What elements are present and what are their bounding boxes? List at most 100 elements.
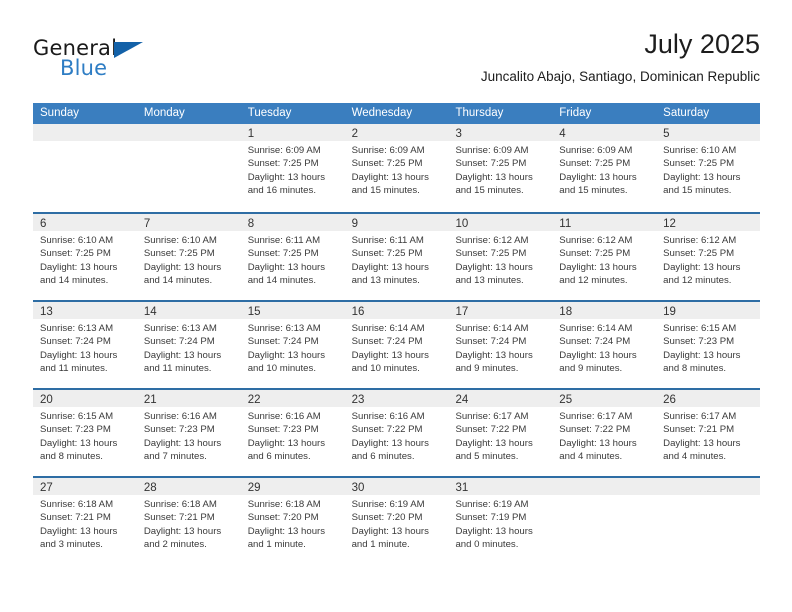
day-number: 17: [455, 306, 469, 318]
brand-logo[interactable]: General Blue: [33, 36, 153, 84]
sunset-text: Sunset: 7:20 PM: [247, 512, 319, 524]
sunset-text: Sunset: 7:24 PM: [247, 336, 319, 348]
day-number: 5: [663, 128, 670, 140]
day-cell[interactable]: 23 Sunrise: 6:16 AM Sunset: 7:22 PM Dayl…: [344, 390, 449, 476]
day-number-band: 31: [448, 478, 553, 495]
day-cell[interactable]: 28 Sunrise: 6:18 AM Sunset: 7:21 PM Dayl…: [136, 478, 241, 564]
day-cell[interactable]: 7 Sunrise: 6:10 AM Sunset: 7:25 PM Dayli…: [136, 214, 241, 300]
day-cell[interactable]: 8 Sunrise: 6:11 AM Sunset: 7:25 PM Dayli…: [240, 214, 345, 300]
day-details: Sunrise: 6:11 AM Sunset: 7:25 PM Dayligh…: [241, 231, 345, 288]
day-cell[interactable]: 5 Sunrise: 6:10 AM Sunset: 7:25 PM Dayli…: [656, 124, 761, 212]
day-number-band: 19: [656, 302, 761, 319]
day-number: 11: [559, 218, 572, 230]
daylight-text-line1: Daylight: 13 hours: [351, 437, 429, 449]
day-number: 9: [351, 218, 358, 230]
weekday-header-saturday: Saturday: [663, 107, 710, 119]
sunrise-text: Sunrise: 6:09 AM: [559, 145, 633, 156]
day-cell[interactable]: 1 Sunrise: 6:09 AM Sunset: 7:25 PM Dayli…: [240, 124, 345, 212]
day-cell[interactable]: 30 Sunrise: 6:19 AM Sunset: 7:20 PM Dayl…: [344, 478, 449, 564]
day-cell[interactable]: 15 Sunrise: 6:13 AM Sunset: 7:24 PM Dayl…: [240, 302, 345, 388]
day-cell[interactable]: 13 Sunrise: 6:13 AM Sunset: 7:24 PM Dayl…: [33, 302, 137, 388]
day-number: 10: [455, 218, 469, 230]
day-cell[interactable]: 22 Sunrise: 6:16 AM Sunset: 7:23 PM Dayl…: [240, 390, 345, 476]
day-cell[interactable]: 3 Sunrise: 6:09 AM Sunset: 7:25 PM Dayli…: [448, 124, 553, 212]
weekday-header-thursday: Thursday: [455, 107, 504, 119]
day-details: Sunrise: 6:16 AM Sunset: 7:23 PM Dayligh…: [137, 407, 241, 464]
daylight-text-line1: Daylight: 13 hours: [455, 261, 533, 273]
day-cell[interactable]: 14 Sunrise: 6:13 AM Sunset: 7:24 PM Dayl…: [136, 302, 241, 388]
page-title: July 2025: [644, 29, 760, 59]
daylight-text-line2: and 9 minutes.: [559, 363, 623, 375]
daylight-text-line1: Daylight: 13 hours: [40, 525, 118, 537]
day-cell[interactable]: [552, 478, 657, 564]
day-cell[interactable]: 2 Sunrise: 6:09 AM Sunset: 7:25 PM Dayli…: [344, 124, 449, 212]
day-cell[interactable]: 19 Sunrise: 6:15 AM Sunset: 7:23 PM Dayl…: [656, 302, 761, 388]
day-number-band: [33, 124, 137, 141]
day-number-band: [136, 124, 241, 141]
sunrise-text: Sunrise: 6:09 AM: [351, 145, 425, 156]
daylight-text-line1: Daylight: 13 hours: [663, 261, 741, 273]
weekday-header-sunday: Sunday: [40, 107, 80, 119]
day-cell[interactable]: 26 Sunrise: 6:17 AM Sunset: 7:21 PM Dayl…: [656, 390, 761, 476]
calendar-page: General Blue July 2025 Juncalito Abajo, …: [0, 0, 792, 612]
day-details: Sunrise: 6:12 AM Sunset: 7:25 PM Dayligh…: [656, 231, 760, 288]
day-number-band: 28: [136, 478, 241, 495]
day-cell[interactable]: [136, 124, 241, 212]
sunrise-text: Sunrise: 6:17 AM: [663, 411, 737, 422]
sunrise-text: Sunrise: 6:13 AM: [40, 323, 114, 334]
daylight-text-line2: and 11 minutes.: [40, 363, 108, 375]
sunrise-text: Sunrise: 6:10 AM: [663, 145, 737, 156]
day-cell[interactable]: 4 Sunrise: 6:09 AM Sunset: 7:25 PM Dayli…: [552, 124, 657, 212]
sunset-text: Sunset: 7:24 PM: [559, 336, 631, 348]
day-number-band: 21: [136, 390, 241, 407]
sunset-text: Sunset: 7:21 PM: [663, 424, 735, 436]
daylight-text-line2: and 12 minutes.: [663, 275, 732, 287]
day-cell[interactable]: 31 Sunrise: 6:19 AM Sunset: 7:19 PM Dayl…: [448, 478, 553, 564]
daylight-text-line1: Daylight: 13 hours: [247, 261, 326, 273]
title-block: July 2025 Juncalito Abajo, Santiago, Dom…: [481, 28, 760, 85]
day-cell[interactable]: 11 Sunrise: 6:12 AM Sunset: 7:25 PM Dayl…: [552, 214, 657, 300]
day-number: 27: [40, 482, 53, 494]
day-details: Sunrise: 6:14 AM Sunset: 7:24 PM Dayligh…: [448, 319, 552, 376]
day-cell[interactable]: 21 Sunrise: 6:16 AM Sunset: 7:23 PM Dayl…: [136, 390, 241, 476]
day-cell[interactable]: 9 Sunrise: 6:11 AM Sunset: 7:25 PM Dayli…: [344, 214, 449, 300]
day-cell[interactable]: 12 Sunrise: 6:12 AM Sunset: 7:25 PM Dayl…: [656, 214, 761, 300]
day-number: 4: [559, 128, 566, 140]
daylight-text-line1: Daylight: 13 hours: [351, 261, 429, 273]
day-cell[interactable]: 29 Sunrise: 6:18 AM Sunset: 7:20 PM Dayl…: [240, 478, 345, 564]
daylight-text-line1: Daylight: 13 hours: [143, 349, 222, 361]
day-number-band: 24: [448, 390, 553, 407]
day-number-band: 12: [656, 214, 761, 231]
sunset-text: Sunset: 7:24 PM: [143, 336, 215, 348]
daylight-text-line2: and 4 minutes.: [663, 451, 727, 463]
day-cell[interactable]: [656, 478, 761, 564]
daylight-text-line2: and 13 minutes.: [351, 275, 420, 287]
daylight-text-line1: Daylight: 13 hours: [40, 349, 118, 361]
day-details: Sunrise: 6:10 AM Sunset: 7:25 PM Dayligh…: [33, 231, 137, 288]
sunset-text: Sunset: 7:23 PM: [143, 424, 215, 436]
day-cell[interactable]: 20 Sunrise: 6:15 AM Sunset: 7:23 PM Dayl…: [33, 390, 137, 476]
day-details: Sunrise: 6:17 AM Sunset: 7:21 PM Dayligh…: [656, 407, 760, 464]
day-cell[interactable]: 25 Sunrise: 6:17 AM Sunset: 7:22 PM Dayl…: [552, 390, 657, 476]
day-cell[interactable]: 6 Sunrise: 6:10 AM Sunset: 7:25 PM Dayli…: [33, 214, 137, 300]
daylight-text-line2: and 1 minute.: [247, 539, 306, 551]
day-number-band: 17: [448, 302, 553, 319]
day-cell[interactable]: 10 Sunrise: 6:12 AM Sunset: 7:25 PM Dayl…: [448, 214, 553, 300]
sunrise-text: Sunrise: 6:17 AM: [455, 411, 529, 422]
day-cell[interactable]: [33, 124, 137, 212]
day-cell[interactable]: 16 Sunrise: 6:14 AM Sunset: 7:24 PM Dayl…: [344, 302, 449, 388]
day-number-band: 29: [240, 478, 345, 495]
day-cell[interactable]: 17 Sunrise: 6:14 AM Sunset: 7:24 PM Dayl…: [448, 302, 553, 388]
daylight-text-line1: Daylight: 13 hours: [559, 437, 637, 449]
day-cell[interactable]: 24 Sunrise: 6:17 AM Sunset: 7:22 PM Dayl…: [448, 390, 553, 476]
day-cell[interactable]: 18 Sunrise: 6:14 AM Sunset: 7:24 PM Dayl…: [552, 302, 657, 388]
day-details: Sunrise: 6:16 AM Sunset: 7:23 PM Dayligh…: [241, 407, 345, 464]
daylight-text-line2: and 15 minutes.: [663, 185, 732, 197]
day-number-band: 8: [240, 214, 345, 231]
brand-name-blue: Blue: [60, 56, 108, 80]
sunset-text: Sunset: 7:25 PM: [247, 248, 319, 260]
day-number-band: 26: [656, 390, 761, 407]
day-details: Sunrise: 6:13 AM Sunset: 7:24 PM Dayligh…: [241, 319, 345, 376]
day-details: Sunrise: 6:16 AM Sunset: 7:22 PM Dayligh…: [345, 407, 449, 464]
day-cell[interactable]: 27 Sunrise: 6:18 AM Sunset: 7:21 PM Dayl…: [33, 478, 137, 564]
